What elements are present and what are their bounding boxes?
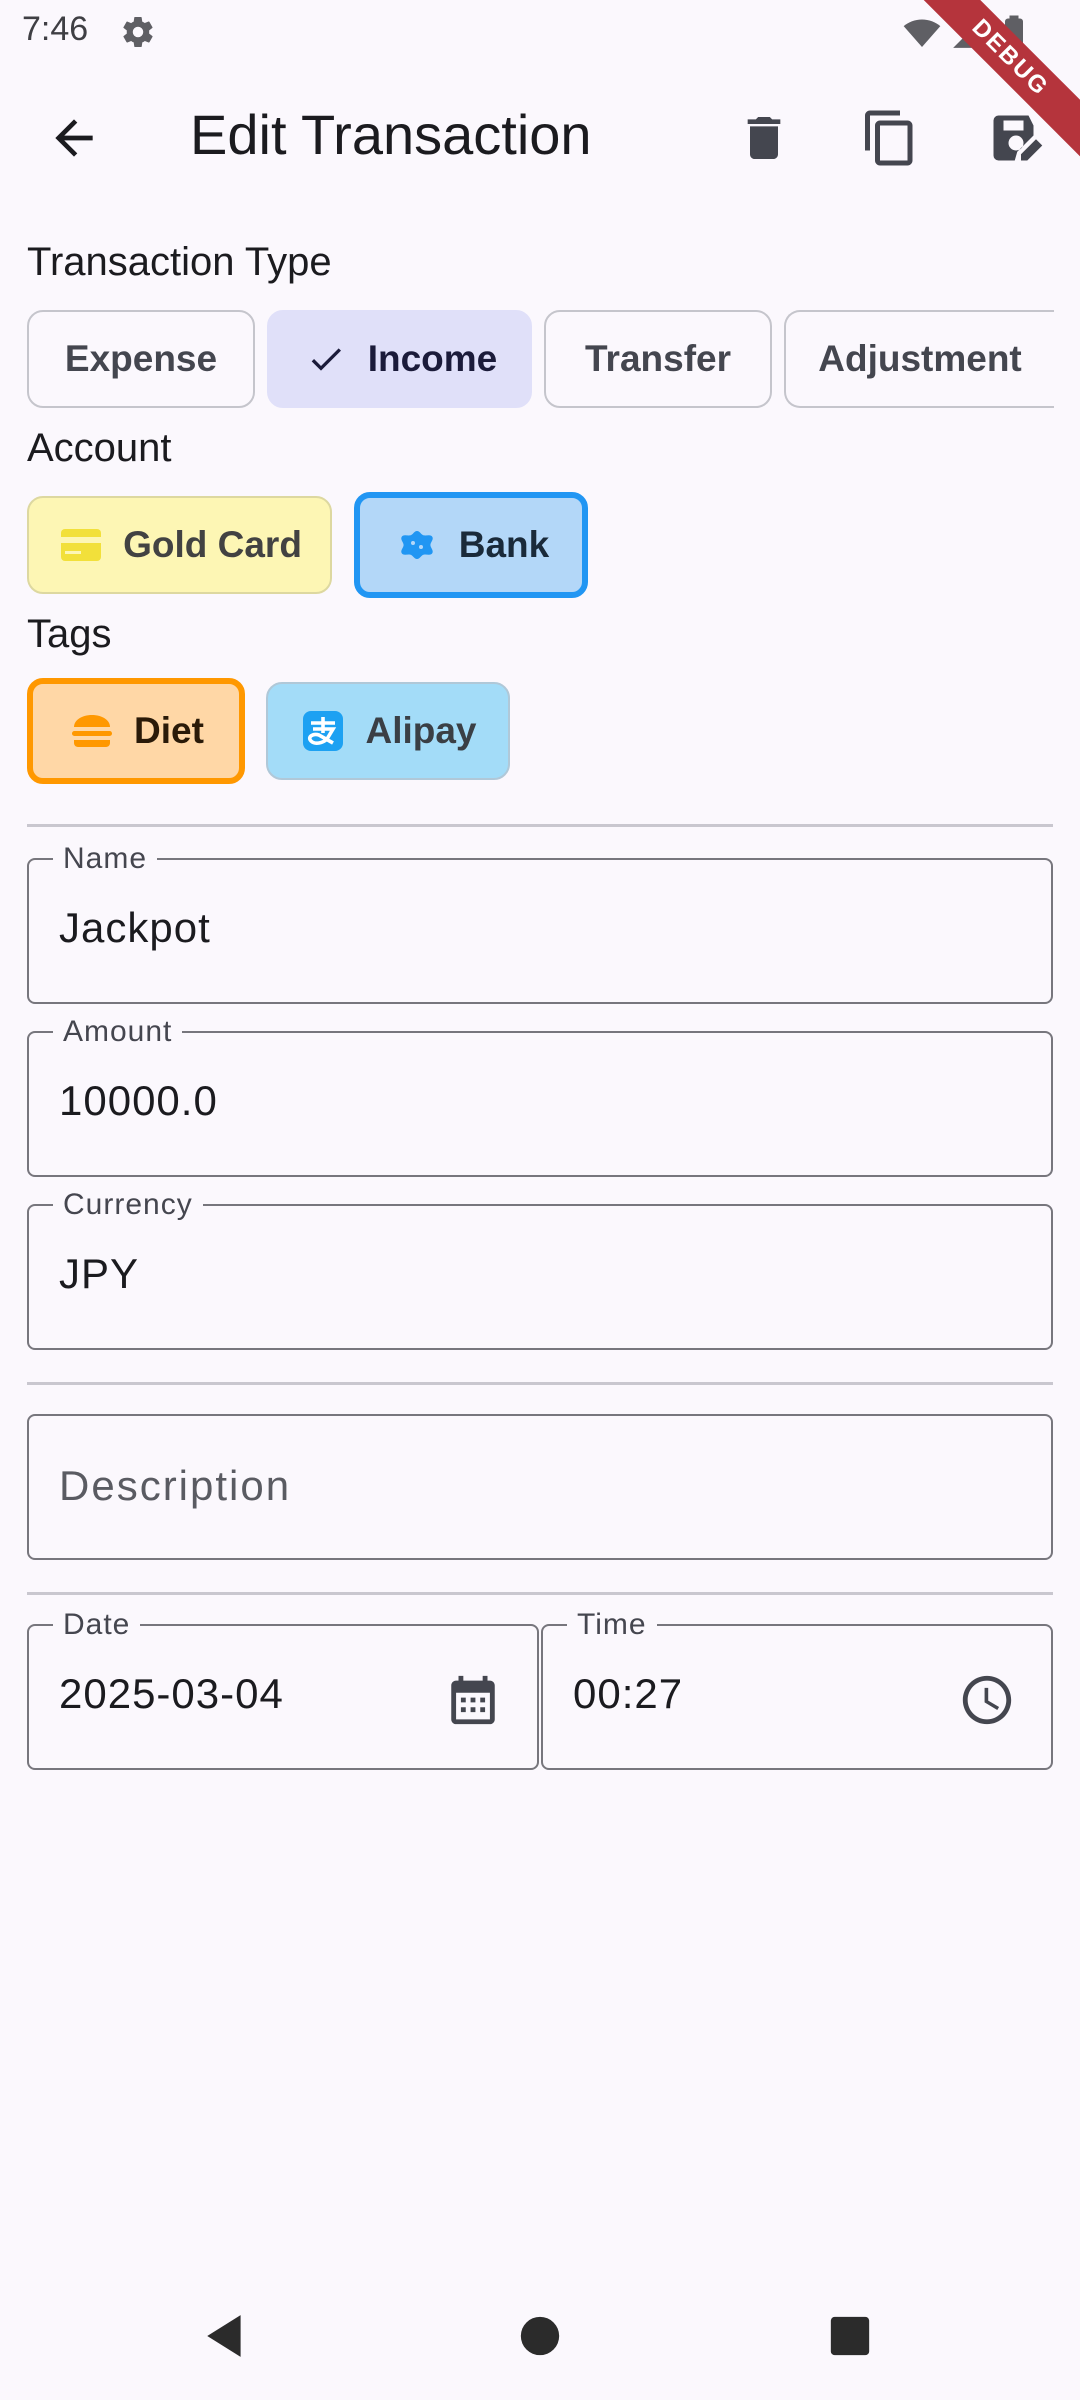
save-button[interactable] (980, 102, 1052, 174)
arrow-back-icon (55, 119, 93, 157)
currency-field[interactable]: Currency JPY (27, 1188, 1053, 1350)
nav-recents-button[interactable] (820, 2306, 880, 2366)
time-field-value: 00:27 (573, 1670, 684, 1717)
tag-chip-alipay[interactable]: Alipay (266, 682, 510, 780)
amount-field-label: Amount (53, 1015, 183, 1049)
settings-gear-icon (120, 14, 156, 50)
divider (27, 1382, 1053, 1385)
alipay-icon (299, 707, 347, 755)
currency-field-value: JPY (59, 1250, 140, 1297)
app-bar: Edit Transaction (0, 64, 1080, 208)
description-placeholder: Description (59, 1462, 292, 1509)
status-bar: 7:46 DEBUG (0, 0, 1080, 165)
nav-back-button[interactable] (196, 2306, 256, 2366)
chip-label: Gold Card (123, 524, 302, 565)
copy-button[interactable] (854, 102, 926, 174)
nav-home-button[interactable] (510, 2306, 570, 2366)
amount-field[interactable]: Amount 10000.0 (27, 1015, 1053, 1177)
save-edit-icon (993, 115, 1043, 161)
page-title: Edit Transaction (190, 103, 592, 166)
description-field[interactable]: Description (27, 1414, 1053, 1560)
divider (27, 1592, 1053, 1595)
name-field-label: Name (53, 842, 158, 876)
type-chip-adjustment[interactable]: Adjustment (784, 310, 1054, 408)
burger-icon (68, 707, 116, 755)
calendar-icon[interactable] (443, 1670, 503, 1730)
transaction-type-label: Transaction Type (27, 240, 332, 284)
tags-label: Tags (27, 612, 112, 656)
clock-icon[interactable] (957, 1670, 1017, 1730)
chip-label: Transfer (584, 338, 731, 379)
time-field[interactable]: Time 00:27 (541, 1608, 1053, 1770)
tag-chip-diet[interactable]: Diet (27, 678, 245, 784)
divider (27, 824, 1053, 827)
type-chip-transfer[interactable]: Transfer (544, 310, 772, 408)
chip-label: Expense (64, 338, 218, 379)
status-time: 7:46 (22, 10, 89, 48)
name-field[interactable]: Name Jackpot (27, 842, 1053, 1004)
chip-label: Adjustment (818, 338, 1022, 379)
back-triangle-icon (207, 2315, 241, 2357)
currency-field-label: Currency (53, 1188, 203, 1222)
date-field-value: 2025-03-04 (59, 1670, 284, 1717)
type-chip-expense[interactable]: Expense (27, 310, 255, 408)
date-field-label: Date (53, 1608, 141, 1642)
delete-icon (747, 117, 781, 159)
system-nav-bar (0, 2272, 1080, 2400)
delete-button[interactable] (728, 102, 800, 174)
back-button[interactable] (40, 104, 108, 172)
account-chip-gold-card[interactable]: Gold Card (27, 496, 332, 594)
chip-label: Diet (134, 710, 204, 751)
chip-label: Income (367, 338, 498, 379)
amount-field-value: 10000.0 (59, 1077, 218, 1124)
name-field-value: Jackpot (59, 904, 211, 951)
recents-square-icon (830, 2316, 870, 2356)
account-label: Account (27, 426, 172, 470)
type-chip-income[interactable]: Income (267, 310, 532, 408)
time-field-label: Time (567, 1608, 657, 1642)
wifi-icon (903, 19, 941, 47)
copy-icon (865, 110, 913, 166)
home-circle-icon (520, 2316, 560, 2356)
date-field[interactable]: Date 2025-03-04 (27, 1608, 539, 1770)
check-icon (302, 335, 350, 383)
account-chip-bank[interactable]: Bank (354, 492, 588, 598)
chip-label: Alipay (365, 710, 477, 751)
chip-label: Bank (458, 524, 550, 565)
bank-icon (393, 521, 441, 569)
credit-card-icon (57, 521, 105, 569)
